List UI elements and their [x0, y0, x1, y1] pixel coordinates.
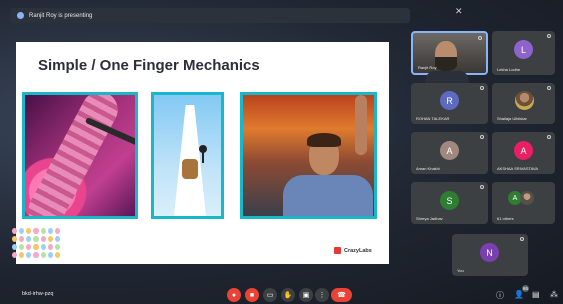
raise-hand-icon[interactable]: ✋: [281, 288, 295, 302]
color-dots-grid: [12, 228, 60, 258]
game-image-left: [22, 92, 138, 219]
mic-off-icon: [480, 86, 484, 90]
avatar: A: [440, 141, 459, 160]
mic-off-icon: [520, 237, 524, 241]
avatar: R: [440, 91, 459, 110]
slide-title: Simple / One Finger Mechanics: [38, 57, 260, 74]
participant-name: Ranjit Roy: [418, 65, 437, 70]
participant-tile-akshaa[interactable]: A AKSHAA SRIVASTAVA: [492, 132, 555, 174]
mic-toggle-icon[interactable]: ●: [227, 288, 241, 302]
mic-off-icon: [547, 34, 551, 38]
participant-tile-aman[interactable]: A Aman Khakhi: [411, 132, 488, 174]
brand-label: CrazyLabs: [344, 247, 372, 254]
present-icon: [17, 12, 24, 19]
present-screen-icon[interactable]: ▣: [299, 288, 313, 302]
close-icon[interactable]: ✕: [455, 6, 463, 17]
participant-name: 61 others: [497, 216, 514, 221]
participant-tile-lekha[interactable]: L Lekha Lodhe: [492, 31, 555, 75]
activities-icon[interactable]: ⁂: [550, 290, 558, 299]
avatar: L: [514, 40, 533, 59]
captions-icon[interactable]: ▭: [263, 288, 277, 302]
commuter-photo: [240, 92, 377, 219]
chat-icon[interactable]: ▤: [532, 290, 540, 299]
participant-name: You: [457, 268, 464, 273]
participant-tile-self[interactable]: N You: [452, 234, 528, 276]
participant-tile-rohan[interactable]: R ROHAN TALEKAR: [411, 83, 488, 124]
presenting-banner: Ranjit Roy is presenting: [10, 8, 410, 23]
participant-tile-shailaja[interactable]: Shailaja Ulhikkar: [492, 83, 555, 124]
avatar-photo: [520, 191, 534, 205]
participant-count-badge: 65: [522, 285, 529, 292]
info-icon[interactable]: ⓘ: [496, 290, 504, 301]
avatar: S: [440, 191, 459, 210]
more-options-icon[interactable]: ⋮: [315, 288, 329, 302]
participant-tile-shreya[interactable]: S Shreya Jadhav: [411, 182, 488, 224]
participant-name: ROHAN TALEKAR: [416, 116, 450, 121]
shared-slide: Simple / One Finger Mechanics CrazyLabs: [12, 42, 389, 264]
crazylabs-logo: CrazyLabs: [334, 247, 372, 254]
mic-icon: [478, 36, 482, 40]
presenting-text: Ranjit Roy is presenting: [29, 12, 93, 19]
participant-name: Aman Khakhi: [416, 166, 440, 171]
game-image-middle: [151, 92, 224, 219]
end-call-button[interactable]: ☎: [331, 288, 352, 302]
participant-name: Shreya Jadhav: [416, 216, 443, 221]
avatar: N: [480, 243, 499, 262]
meeting-code: bkd-irhw-pzq: [22, 291, 54, 297]
participant-name: Lekha Lodhe: [497, 67, 521, 72]
camera-toggle-icon[interactable]: ■: [245, 288, 259, 302]
avatar: A: [514, 141, 533, 160]
mic-off-icon: [547, 86, 551, 90]
participant-tile-ranjit[interactable]: Ranjit Roy: [411, 31, 488, 85]
participant-name: AKSHAA SRIVASTAVA: [497, 166, 539, 171]
mic-off-icon: [547, 135, 551, 139]
participant-name: Shailaja Ulhikkar: [497, 116, 527, 121]
avatar-photo: [515, 91, 534, 110]
mic-off-icon: [480, 135, 484, 139]
meeting-toolbar: bkd-irhw-pzq ● ■ ▭ ✋ ▣ ⋮ ☎ ⓘ 👤 65 ▤ ⁂: [0, 282, 563, 304]
mic-off-icon: [480, 185, 484, 189]
participant-tile-others[interactable]: A 61 others: [492, 182, 555, 224]
